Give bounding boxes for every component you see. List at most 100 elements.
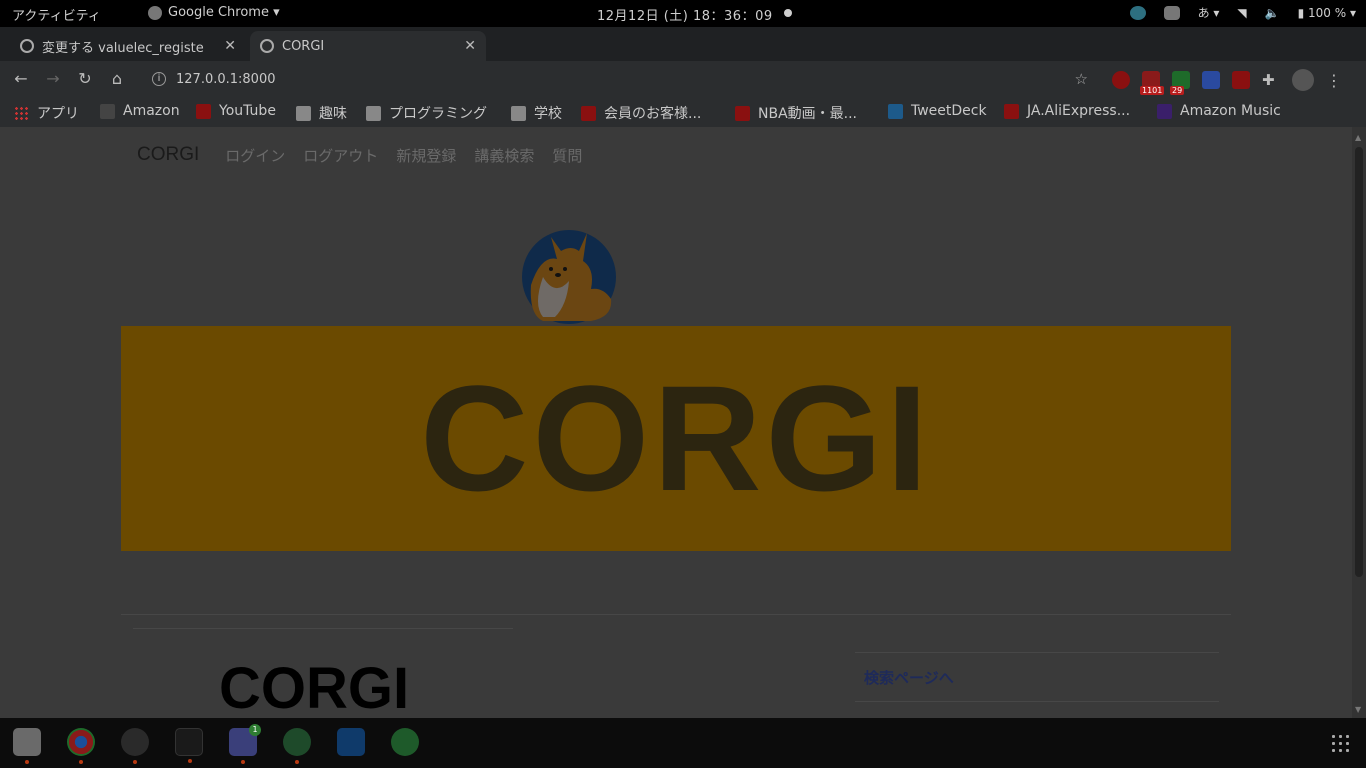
battery-percent: 100 %: [1308, 5, 1347, 20]
bookmark-amazon-music[interactable]: Amazon Music: [1157, 103, 1281, 119]
bookmarks-bar: アプリ Amazon YouTube 趣味 プログラミング 学校 会員のお客様.…: [0, 97, 1366, 127]
tab-valuelec[interactable]: 変更する valuelec_registe ✕: [10, 31, 246, 61]
bookmark-nba[interactable]: NBA動画・最...: [735, 103, 857, 123]
discord-tray-icon[interactable]: [1163, 5, 1180, 20]
apps-grid-icon: [14, 105, 29, 121]
divider: [121, 614, 1231, 615]
tab-strip: 変更する valuelec_registe ✕ CORGI ✕ + — ❐ ✕: [0, 27, 1366, 82]
bookmark-folder-hobby[interactable]: 趣味: [296, 103, 347, 123]
running-indicator: [79, 760, 83, 764]
divider: [133, 628, 513, 629]
show-applications-icon[interactable]: [1330, 733, 1350, 753]
tab-corgi[interactable]: CORGI ✕: [250, 31, 486, 61]
section-heading: CORGI: [219, 656, 410, 718]
slack-tray-icon[interactable]: [1129, 5, 1146, 20]
bookmark-folder-programming[interactable]: プログラミング: [366, 103, 487, 123]
running-indicator: [25, 760, 29, 764]
nav-link-signup[interactable]: 新規登録: [396, 145, 456, 166]
globe-icon: [20, 39, 34, 53]
system-tray[interactable]: あ ▾ ◥ 🔈 ▮ 100 % ▾: [1129, 4, 1356, 21]
bookmark-folder-school[interactable]: 学校: [511, 103, 562, 123]
youtube-icon: [196, 103, 211, 119]
bookmark-label: JA.AliExpress...: [1027, 103, 1131, 119]
back-icon[interactable]: ←: [12, 69, 30, 88]
scroll-down-icon[interactable]: ▼: [1355, 705, 1361, 714]
gmail-checker-icon[interactable]: 1101: [1140, 71, 1165, 95]
files-icon[interactable]: [13, 728, 41, 764]
aliexpress-icon: [1004, 103, 1019, 119]
puzzle-icon[interactable]: ✚: [1262, 71, 1280, 89]
activities-button[interactable]: アクティビティ: [12, 5, 101, 24]
scrollbar-thumb[interactable]: [1355, 147, 1363, 577]
bookmark-aliexpress[interactable]: JA.AliExpress...: [1004, 103, 1130, 119]
site-navbar: CORGI ログイン ログアウト 新規登録 講義検索 質問: [121, 137, 1231, 173]
battery-indicator[interactable]: ▮ 100 % ▾: [1298, 6, 1356, 20]
system-top-bar: アクティビティ Google Chrome ▾ 12月12日 (土) 18：36…: [0, 0, 1366, 27]
bookmark-tweetdeck[interactable]: TweetDeck: [888, 103, 987, 119]
bookmark-label: 学校: [534, 106, 562, 122]
running-indicator: [188, 759, 192, 763]
y-icon: [581, 105, 596, 121]
nav-link-course-search[interactable]: 講義検索: [474, 145, 534, 166]
close-tab-icon[interactable]: ✕: [464, 38, 476, 54]
vpn-icon[interactable]: [283, 728, 311, 764]
bookmark-label: Amazon: [123, 103, 180, 119]
bookmark-star-icon[interactable]: ☆: [1075, 70, 1088, 88]
profile-avatar[interactable]: [1292, 69, 1314, 91]
bookmark-label: Amazon Music: [1180, 103, 1281, 119]
nav-link-login[interactable]: ログイン: [225, 145, 285, 166]
address-bar[interactable]: i 127.0.0.1:8000 ☆: [140, 66, 1100, 92]
line-icon[interactable]: 29: [1170, 71, 1190, 95]
navbar-brand[interactable]: CORGI: [137, 144, 199, 166]
discord-badge: 1: [249, 724, 261, 736]
volume-icon: 🔈: [1264, 5, 1280, 20]
kebab-menu-icon[interactable]: ⋮: [1326, 71, 1342, 90]
chrome-icon[interactable]: [67, 728, 95, 764]
bookmark-amazon[interactable]: Amazon: [100, 103, 180, 119]
url-text[interactable]: 127.0.0.1:8000: [176, 72, 276, 87]
info-icon[interactable]: i: [152, 72, 166, 86]
bookmark-member[interactable]: 会員のお客様...: [581, 103, 701, 123]
bookmark-label: 趣味: [319, 106, 347, 122]
sidebar-box: 検索ページへ: [855, 652, 1219, 702]
scroll-up-icon[interactable]: ▲: [1355, 133, 1361, 142]
discord-icon[interactable]: 1: [229, 724, 261, 764]
hero-banner: CORGI: [121, 326, 1231, 551]
input-method-indicator[interactable]: あ ▾: [1198, 4, 1220, 21]
rakuten-icon: [735, 105, 750, 121]
forward-icon[interactable]: →: [44, 69, 62, 88]
folder-icon: [366, 105, 381, 121]
bookmark-label: プログラミング: [389, 106, 487, 122]
web-page: CORGI ログイン ログアウト 新規登録 講義検索 質問 CORGI CORG…: [0, 127, 1366, 718]
red-extension-icon[interactable]: [1232, 71, 1250, 89]
bookmark-youtube[interactable]: YouTube: [196, 103, 276, 119]
webstorm-icon[interactable]: [337, 728, 365, 756]
line-badge: 29: [1170, 86, 1185, 95]
reload-icon[interactable]: ↻: [76, 69, 94, 88]
dock: 1: [0, 718, 1366, 768]
maps-icon[interactable]: [391, 728, 419, 756]
bookmark-apps[interactable]: アプリ: [14, 103, 79, 123]
adblock-icon[interactable]: [1112, 71, 1130, 89]
slack-icon[interactable]: [121, 728, 149, 764]
notification-dot: [784, 9, 792, 17]
clock[interactable]: 12月12日 (土) 18：36：09: [597, 5, 773, 24]
running-indicator: [133, 760, 137, 764]
running-indicator: [241, 760, 245, 764]
bookmark-label: 会員のお客様...: [604, 106, 702, 122]
tab-title: CORGI: [282, 38, 325, 54]
close-tab-icon[interactable]: ✕: [224, 38, 236, 54]
nav-link-questions[interactable]: 質問: [552, 145, 582, 166]
page-scrollbar[interactable]: ▲ ▼: [1352, 127, 1366, 718]
search-page-link[interactable]: 検索ページへ: [864, 667, 954, 688]
nav-link-logout[interactable]: ログアウト: [303, 145, 378, 166]
tweetdeck-icon: [888, 103, 903, 119]
home-icon[interactable]: ⌂: [108, 69, 126, 88]
translate-icon[interactable]: [1202, 71, 1220, 89]
desktop-screen: アクティビティ Google Chrome ▾ 12月12日 (土) 18：36…: [0, 0, 1366, 768]
extensions-area: 1101 29 ✚ ⋮: [1112, 69, 1342, 95]
terminal-icon[interactable]: [175, 728, 203, 763]
globe-icon: [260, 39, 274, 53]
browser-toolbar: ← → ↻ ⌂ i 127.0.0.1:8000 ☆ 1101 29 ✚ ⋮: [0, 61, 1366, 97]
app-menu[interactable]: Google Chrome ▾: [148, 5, 280, 20]
